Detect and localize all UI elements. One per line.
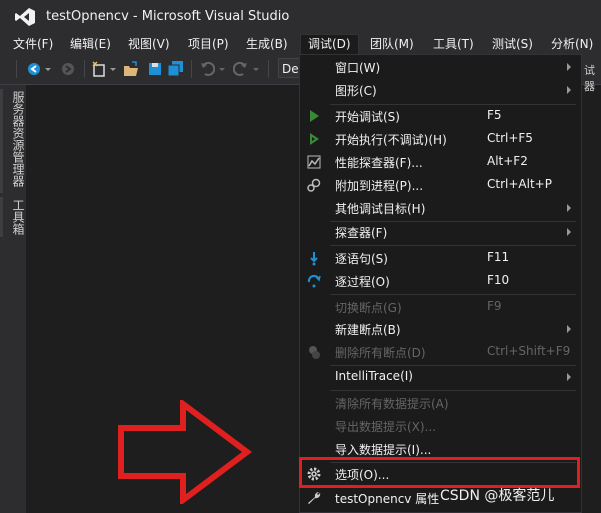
new-project-icon[interactable] [91,60,107,78]
toolbox-tab[interactable]: 工具箱 [4,199,25,235]
watermark-text: CSDN @极客范儿 [440,488,555,504]
menu-item-label: 性能探查器(F)... [335,156,423,170]
play-icon [310,110,319,122]
menu-item-shortcut: F10 [487,273,510,287]
menu-test[interactable]: 测试(S) [492,34,533,54]
menu-item-profiler[interactable]: 探查器(F) [301,221,580,243]
navigate-forward-icon[interactable] [60,60,76,78]
profiler-icon [307,155,321,169]
menu-separator [330,390,576,391]
step-into-icon [310,252,318,266]
tab-indicator [0,197,3,237]
attach-process-icon [307,178,321,192]
toolbar-separator [84,60,85,78]
menu-item-intellitrace[interactable]: IntelliTrace(I) [301,366,580,388]
submenu-arrow-icon [567,204,571,212]
submenu-arrow-icon [567,63,571,71]
save-icon[interactable] [147,60,163,78]
menu-item-label: 新建断点(B) [335,323,401,337]
submenu-arrow-icon [567,325,571,333]
menu-view[interactable]: 视图(V) [128,34,170,54]
menu-item-shortcut: Alt+F2 [487,154,528,168]
wrench-icon [308,491,321,504]
menu-item-label: 逐语句(S) [335,252,388,266]
menu-item-shortcut: Ctrl+Alt+P [487,177,552,191]
menu-item-attach-to-process[interactable]: 附加到进程(P)... Ctrl+Alt+P [301,174,580,196]
undo-dropdown-icon[interactable] [218,60,226,78]
debug-menu-dropdown: 窗口(W) 图形(C) 开始调试(S) F5 开始执行(不调试)(H) Ctrl… [299,54,582,513]
menu-item-label: testOpnencv 属性 [335,492,440,506]
menu-item-label: 探查器(F) [335,226,388,240]
menu-item-label: 图形(C) [335,84,377,98]
menu-item-label: 开始执行(不调试)(H) [335,133,447,147]
play-outline-icon [310,133,319,145]
submenu-arrow-icon [567,228,571,236]
menu-item-label: 切换断点(G) [335,301,402,315]
toolbar-grip [16,60,17,78]
menu-edit[interactable]: 编辑(E) [70,34,111,54]
highlight-box [299,457,580,488]
menu-item-clear-all-datatips: 清除所有数据提示(A) [301,392,580,414]
toolbar-overflow-text: 试器 [584,64,595,93]
menu-item-windows[interactable]: 窗口(W) [301,56,580,78]
menu-item-label: 清除所有数据提示(A) [335,397,449,411]
menu-item-shortcut: Ctrl+Shift+F9 [487,344,571,358]
menu-item-other-debug-targets[interactable]: 其他调试目标(H) [301,197,580,219]
menu-team[interactable]: 团队(M) [370,34,414,54]
delete-breakpoints-icon [309,346,320,359]
menu-item-toggle-breakpoint: 切换断点(G) F9 [301,296,580,318]
menu-item-label: 开始调试(S) [335,110,400,124]
undo-icon[interactable] [199,60,215,78]
menu-item-start-without-debugging[interactable]: 开始执行(不调试)(H) Ctrl+F5 [301,128,580,150]
menu-item-label: 其他调试目标(H) [335,202,426,216]
server-explorer-tab[interactable]: 服务器资源管理器 [4,91,25,187]
menu-item-label: 导出数据提示(X)... [335,420,437,434]
menu-item-graphics[interactable]: 图形(C) [301,79,580,101]
menu-tools[interactable]: 工具(T) [433,34,474,54]
menu-item-step-over[interactable]: 逐过程(O) F10 [301,270,580,292]
menu-item-start-debugging[interactable]: 开始调试(S) F5 [301,105,580,127]
window-title: testOpnencv - Microsoft Visual Studio [46,9,290,24]
menu-item-performance-profiler[interactable]: 性能探查器(F)... Alt+F2 [301,151,580,173]
menu-item-label: 附加到进程(P)... [335,179,424,193]
menu-item-shortcut: F5 [487,108,502,122]
submenu-arrow-icon [567,373,571,381]
menu-file[interactable]: 文件(F) [13,34,53,54]
menu-separator [330,294,576,295]
menu-item-label: 导入数据提示(I)... [335,443,432,457]
annotation-arrow-icon [118,400,252,504]
left-tool-window-strip: 服务器资源管理器 工具箱 [0,85,26,513]
title-bar: testOpnencv - Microsoft Visual Studio [0,0,601,34]
menu-item-export-datatips: 导出数据提示(X)... [301,415,580,437]
navigate-back-icon[interactable] [26,60,42,78]
menu-build[interactable]: 生成(B) [246,34,288,54]
menu-item-shortcut: F11 [487,250,510,264]
menu-item-label: 逐过程(O) [335,275,390,289]
menu-item-delete-all-breakpoints: 删除所有断点(D) Ctrl+Shift+F9 [301,341,580,363]
menu-item-label: IntelliTrace(I) [335,369,413,383]
menu-analyze[interactable]: 分析(N) [551,34,593,54]
step-over-icon [307,274,321,288]
menu-item-shortcut: F9 [487,299,502,313]
visual-studio-logo-icon [15,8,35,26]
new-dropdown-icon[interactable] [109,60,117,78]
redo-icon[interactable] [233,60,249,78]
menu-item-label: 窗口(W) [335,61,381,75]
redo-dropdown-icon[interactable] [252,60,260,78]
submenu-arrow-icon [567,86,571,94]
menu-item-new-breakpoint[interactable]: 新建断点(B) [301,318,580,340]
open-file-icon[interactable] [123,60,139,78]
toolbar-separator [268,60,269,78]
menu-debug[interactable]: 调试(D) [300,34,359,54]
menu-item-shortcut: Ctrl+F5 [487,131,533,145]
menu-project[interactable]: 项目(P) [188,34,229,54]
menu-separator [330,245,576,246]
back-dropdown-icon[interactable] [44,60,52,78]
menu-item-step-into[interactable]: 逐语句(S) F11 [301,247,580,269]
save-all-icon[interactable] [167,60,185,78]
tab-indicator [0,89,3,193]
menu-bar: 文件(F) 编辑(E) 视图(V) 项目(P) 生成(B) 调试(D) 团队(M… [0,34,601,54]
toolbar-separator [191,60,192,78]
menu-item-label: 删除所有断点(D) [335,346,426,360]
